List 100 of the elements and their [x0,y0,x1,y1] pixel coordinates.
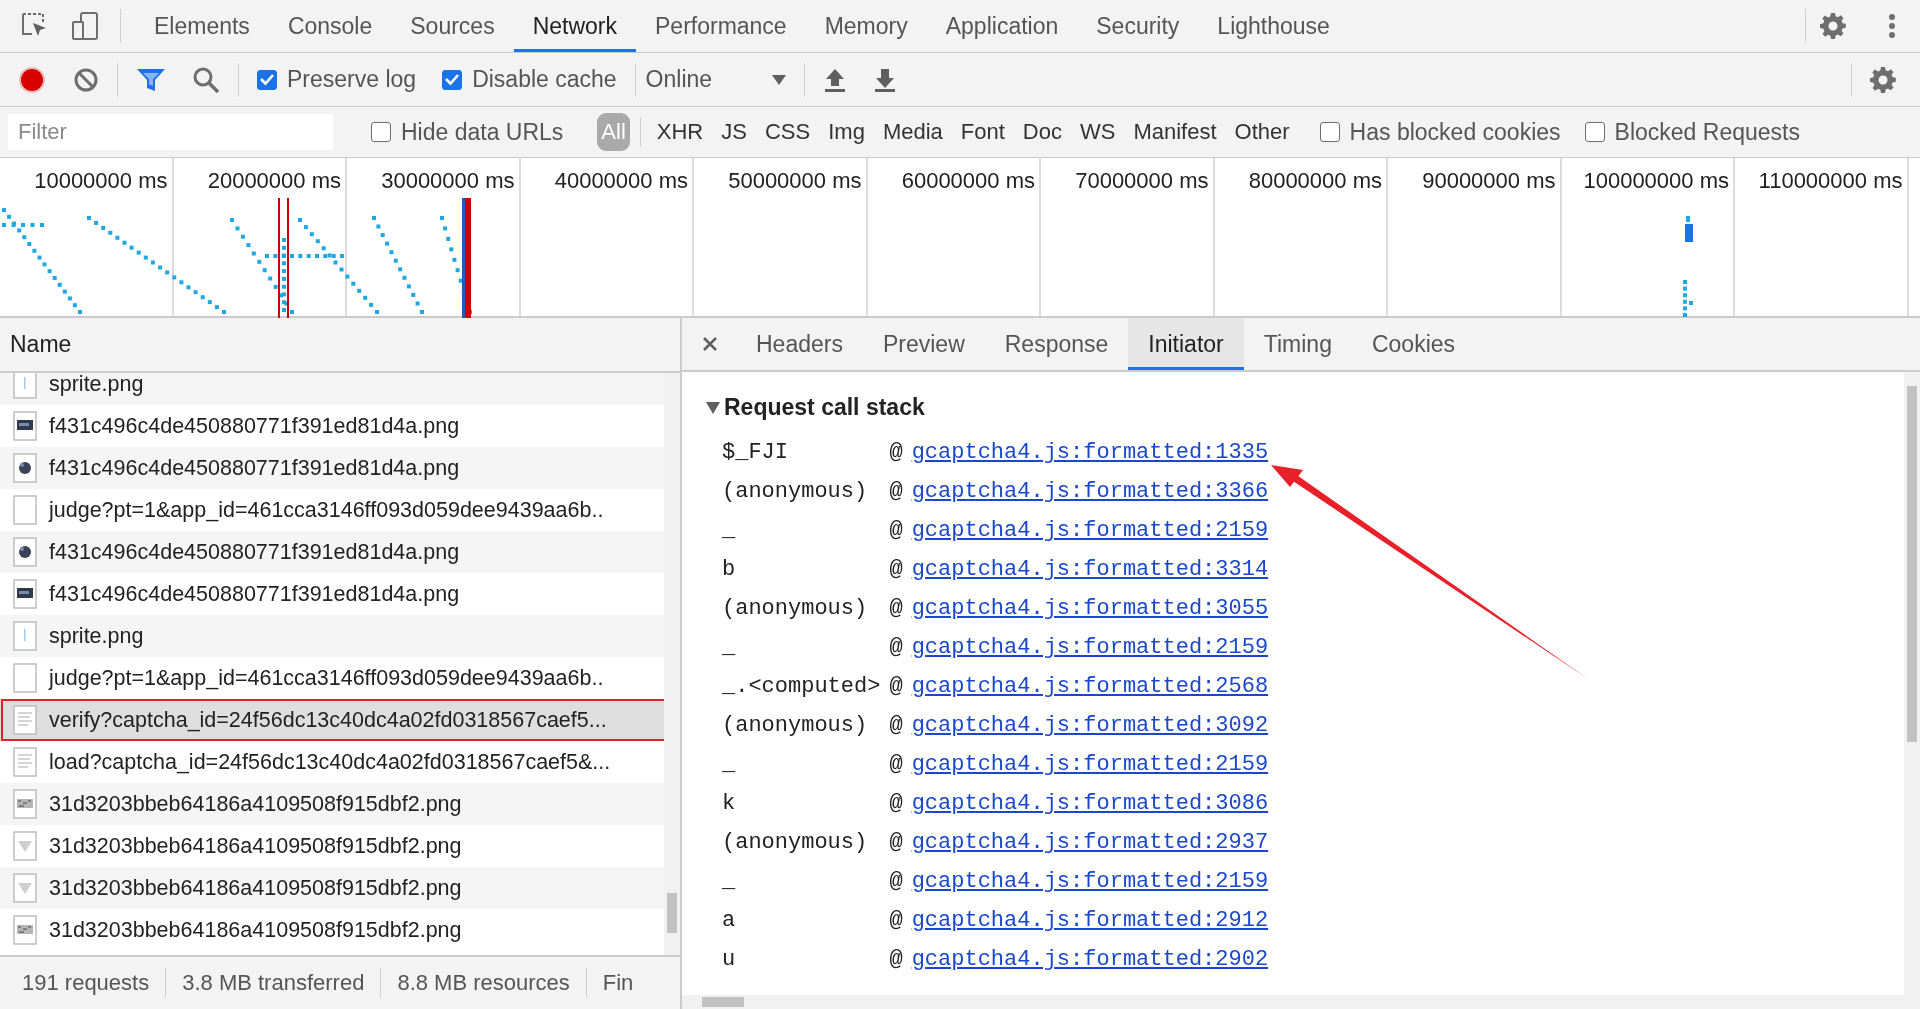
panel-tab[interactable]: Security [1077,0,1199,52]
settings-icon[interactable] [1870,66,1896,93]
scrollbar[interactable] [1904,372,1920,995]
image-icon [13,579,37,609]
status-text: 191 requests [22,970,150,996]
type-filter[interactable]: Media [874,115,951,149]
source-link[interactable]: gcaptcha4.js:formatted:2937 [911,823,1269,862]
function-name: _ [722,634,737,662]
panel-tab[interactable]: Console [268,0,392,52]
detail-tab[interactable]: Preview [862,318,985,370]
type-filter[interactable]: CSS [756,115,819,149]
source-link[interactable]: gcaptcha4.js:formatted:2159 [911,745,1269,784]
type-filter[interactable]: Font [952,115,1013,149]
panel-tab[interactable]: Performance [636,0,806,52]
scrollbar[interactable] [682,995,1920,1009]
panel-tab[interactable]: Memory [805,0,927,52]
download-icon[interactable] [873,66,898,93]
function-name: (anonymous) [722,478,869,506]
detail-tab[interactable]: Headers [736,318,863,370]
detail-tab[interactable]: Timing [1243,318,1352,370]
request-row[interactable]: 31d3203bbeb64186a4109508f915dbf2.png [0,867,664,909]
detail-tab[interactable]: Initiator [1128,318,1244,370]
panel-tab[interactable]: Lighthouse [1198,0,1349,52]
source-link[interactable]: gcaptcha4.js:formatted:2159 [911,511,1269,550]
time-tick-label: 70000000 ms [1075,168,1209,193]
source-link[interactable]: gcaptcha4.js:formatted:3055 [911,589,1269,628]
panel-tab[interactable]: Sources [391,0,514,52]
function-name: a [722,907,737,935]
source-link[interactable]: gcaptcha4.js:formatted:2159 [911,628,1269,667]
checkbox-label: Preserve log [287,66,417,93]
time-tick-label: 20000000 ms [207,168,341,193]
at-sign: @ [889,517,903,545]
type-filter[interactable]: JS [713,115,755,149]
function-name: $_FJI [722,439,789,467]
source-link[interactable]: gcaptcha4.js:formatted:1335 [911,433,1269,472]
request-row[interactable]: verify?captcha_id=24f56dc13c40dc4a02fd0318567caef5... [0,699,664,741]
checkbox[interactable] [257,69,277,90]
panel-tab[interactable]: Application [926,0,1078,52]
checkbox[interactable] [442,69,463,90]
scrollbar[interactable] [664,373,680,955]
status-text: 8.8 MB resources [397,970,570,996]
file-icon [13,747,37,777]
checkbox-label: Hide data URLs [401,118,564,146]
type-filter[interactable]: Other [1226,115,1298,149]
file-icon [13,495,37,525]
function-name: (anonymous) [722,829,869,857]
time-tick-label: 110000000 ms [1758,168,1903,193]
type-filter[interactable]: WS [1071,115,1124,149]
record-button[interactable] [17,64,47,95]
checkbox-label: Has blocked cookies [1349,118,1561,146]
time-tick-label: 10000000 ms [34,168,168,193]
source-link[interactable]: gcaptcha4.js:formatted:2159 [911,862,1269,901]
source-link[interactable]: gcaptcha4.js:formatted:2902 [911,940,1269,979]
checkbox[interactable] [1319,122,1340,142]
filter-field[interactable]: Filter [8,114,333,150]
close-icon[interactable] [702,336,718,352]
request-row[interactable]: f431c496c4de450880771f391ed81d4a.png [0,531,664,573]
type-filter[interactable]: Img [820,115,873,149]
throttling-dropdown[interactable]: Online [645,66,787,93]
detail-tab[interactable]: Cookies [1351,318,1476,370]
filter-icon[interactable] [136,66,166,93]
source-link[interactable]: gcaptcha4.js:formatted:2568 [911,667,1269,706]
checkbox[interactable] [1584,122,1605,142]
at-sign: @ [889,634,903,662]
function-name: _.<computed> [722,673,881,701]
at-sign: @ [889,673,903,701]
at-sign: @ [889,751,903,779]
request-row[interactable]: sprite.png [0,373,664,405]
function-name: u [722,946,737,974]
request-row[interactable]: f431c496c4de450880771f391ed81d4a.png [0,447,664,489]
at-sign: @ [889,868,903,896]
device-toolbar-icon[interactable] [70,11,100,41]
section-title: Request call stack [724,394,925,421]
image-icon [13,873,37,903]
function-name: k [722,790,737,818]
clear-icon[interactable] [73,66,99,93]
function-name: (anonymous) [722,712,869,740]
column-header[interactable]: Name [10,331,72,358]
source-link[interactable]: gcaptcha4.js:formatted:3314 [911,550,1269,589]
source-link[interactable]: gcaptcha4.js:formatted:2912 [911,901,1269,940]
request-row[interactable]: 31d3203bbeb64186a4109508f915dbf2.png [0,783,664,825]
type-filter[interactable]: Manifest [1125,115,1225,149]
image-icon [13,915,37,945]
request-row[interactable]: sprite.png [0,615,664,657]
disclosure-triangle-icon[interactable] [706,400,720,415]
detail-tab[interactable]: Response [984,318,1129,370]
time-tick-label: 80000000 ms [1248,168,1382,193]
settings-icon[interactable] [1820,13,1846,39]
more-options-icon[interactable] [1888,13,1896,39]
status-text: Fin [602,970,634,996]
panel-tab[interactable]: Elements [135,0,269,52]
checkbox[interactable] [371,122,391,142]
search-icon[interactable] [192,65,220,94]
image-icon [13,453,37,483]
source-link[interactable]: gcaptcha4.js:formatted:3366 [911,472,1269,511]
source-link[interactable]: gcaptcha4.js:formatted:3092 [911,706,1269,745]
function-name: b [722,556,737,584]
source-link[interactable]: gcaptcha4.js:formatted:3086 [911,784,1269,823]
type-filter[interactable]: Doc [1014,115,1070,149]
type-filter[interactable]: XHR [648,115,712,149]
